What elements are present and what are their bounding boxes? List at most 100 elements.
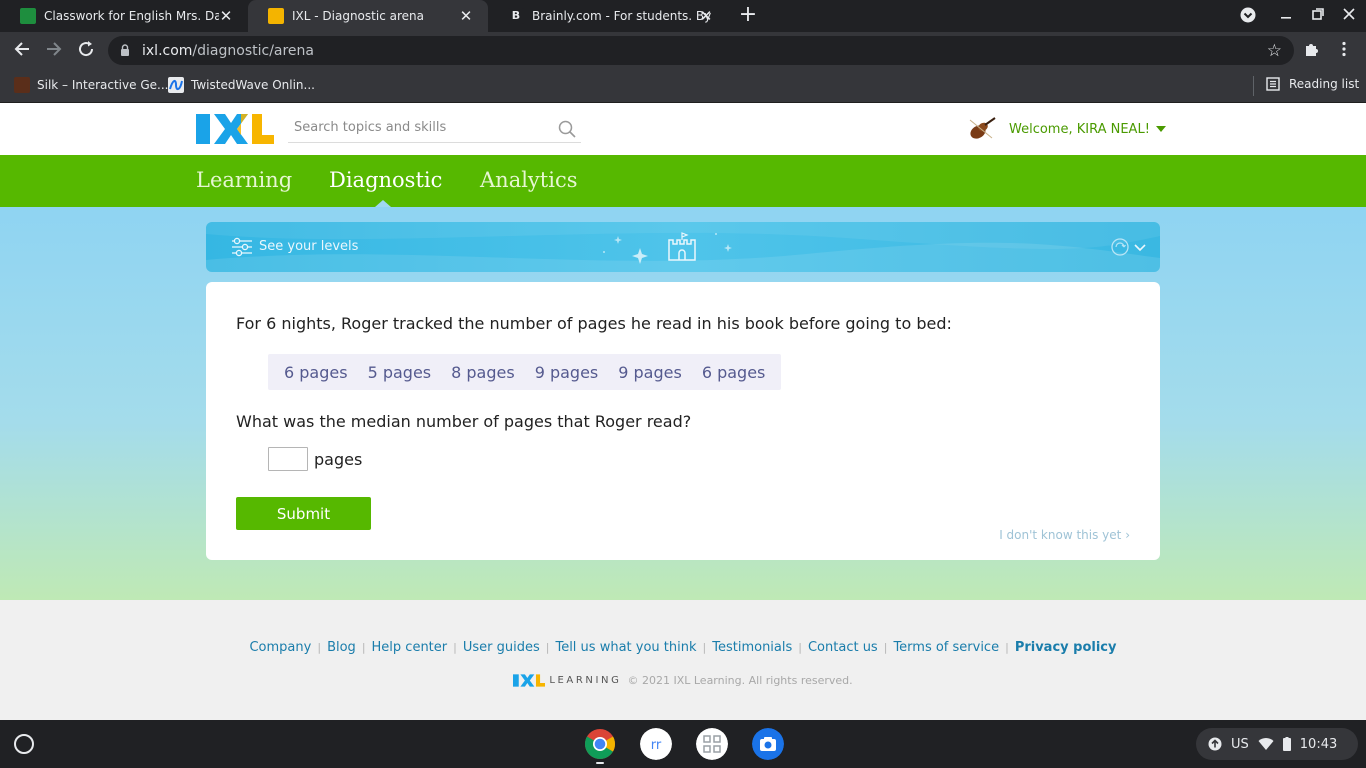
chrome-app-icon[interactable]: [584, 728, 616, 760]
data-value: 9 pages: [534, 362, 599, 382]
close-icon[interactable]: ✕: [698, 8, 714, 24]
address-bar[interactable]: ixl.com/diagnostic/arena ☆: [108, 36, 1294, 65]
copyright-text: © 2021 IXL Learning. All rights reserved…: [627, 674, 853, 687]
footer-link-blog[interactable]: Blog: [327, 640, 356, 655]
footer-link-company[interactable]: Company: [249, 640, 311, 655]
question-ask: What was the median number of pages that…: [236, 412, 692, 431]
violin-avatar-icon: [969, 117, 996, 139]
learning-wordmark: LEARNING: [549, 675, 622, 686]
account-menu[interactable]: Welcome, KIRA NEAL!: [966, 116, 1166, 142]
data-values-box: 6 pages 5 pages 8 pages 9 pages 9 pages …: [268, 354, 782, 390]
tab-classwork[interactable]: Classwork for English Mrs. Darden ✕: [0, 0, 248, 32]
reading-list-button[interactable]: Reading list: [1266, 77, 1359, 91]
see-levels-label: See your levels: [259, 239, 359, 254]
keyboard-locale: US: [1231, 736, 1249, 752]
ixl-favicon-icon: [268, 8, 284, 24]
fr-app-icon[interactable]: rr: [640, 728, 672, 760]
url-text: ixl.com/diagnostic/arena: [142, 43, 314, 59]
url-path: /diagnostic/arena: [192, 43, 314, 59]
dont-know-link[interactable]: I don't know this yet ›: [999, 528, 1130, 542]
search-icon[interactable]: [558, 120, 576, 138]
chevron-right-icon: ›: [1125, 528, 1130, 542]
answer-input[interactable]: [268, 447, 308, 471]
footer-separator: |: [702, 641, 707, 654]
tab-title: IXL - Diagnostic arena: [292, 9, 424, 23]
footer-link-privacy[interactable]: Privacy policy: [1015, 640, 1117, 655]
data-value: 5 pages: [367, 362, 432, 382]
footer-link-feedback[interactable]: Tell us what you think: [555, 640, 696, 655]
ixl-small-logo: [513, 674, 546, 687]
close-icon[interactable]: ✕: [458, 8, 474, 24]
brainly-favicon-icon: B: [508, 8, 524, 24]
wifi-icon: [1258, 737, 1274, 750]
camera-app-icon[interactable]: [752, 728, 784, 760]
classroom-favicon-icon: [20, 8, 36, 24]
footer-link-terms[interactable]: Terms of service: [893, 640, 999, 655]
ixl-header: Welcome, KIRA NEAL!: [0, 103, 1366, 155]
submit-button[interactable]: Submit: [236, 497, 371, 530]
bookmark-silk[interactable]: Silk – Interactive Ge...: [14, 77, 168, 93]
search-input[interactable]: [294, 120, 544, 135]
apps-grid-icon[interactable]: [696, 728, 728, 760]
url-host: ixl.com: [142, 43, 193, 59]
close-window-icon[interactable]: [1340, 7, 1358, 25]
reading-list-label: Reading list: [1289, 77, 1360, 91]
footer-separator: |: [361, 641, 366, 654]
new-tab-plus-icon[interactable]: +: [737, 4, 759, 27]
launcher-circle-icon[interactable]: [14, 734, 34, 754]
bookmark-divider: [1253, 76, 1254, 96]
nav-analytics[interactable]: Analytics: [480, 168, 577, 192]
browser-tab-strip: Classwork for English Mrs. Darden ✕ IXL …: [0, 0, 1366, 32]
twistedwave-favicon-icon: [168, 77, 184, 93]
data-value: 9 pages: [618, 362, 682, 382]
back-arrow-icon[interactable]: [11, 40, 33, 62]
nav-diagnostic[interactable]: Diagnostic: [329, 168, 442, 192]
bookmark-label: TwistedWave Onlin...: [191, 78, 315, 92]
welcome-text: Welcome, KIRA NEAL!: [1009, 121, 1150, 137]
tab-search-chevron-icon[interactable]: [1239, 7, 1257, 25]
footer-link-user-guides[interactable]: User guides: [463, 640, 540, 655]
bookmark-label: Silk – Interactive Ge...: [37, 78, 169, 92]
footer-separator: |: [1005, 641, 1009, 654]
menu-kebab-icon[interactable]: [1333, 40, 1355, 62]
tab-title: Brainly.com - For students. By students.: [532, 9, 712, 23]
minimize-icon[interactable]: [1277, 7, 1295, 25]
see-levels-bar[interactable]: See your levels: [206, 222, 1160, 272]
reading-list-icon: [1266, 77, 1280, 91]
reload-icon[interactable]: [75, 40, 97, 62]
restore-window-icon[interactable]: [1309, 7, 1327, 25]
footer-link-help-center[interactable]: Help center: [372, 640, 448, 655]
battery-icon: [1282, 737, 1291, 751]
main-nav: Learning Diagnostic Analytics: [0, 155, 1366, 207]
bookmark-twistedwave[interactable]: TwistedWave Onlin...: [168, 77, 315, 93]
footer-links: Company | Blog | Help center | User guides | Tel…: [0, 640, 1366, 655]
answer-unit: pages: [314, 449, 363, 469]
dont-know-label: I don't know this yet: [999, 528, 1122, 542]
nav-learning[interactable]: Learning: [196, 168, 292, 192]
status-tray[interactable]: US 10:43: [1196, 728, 1358, 760]
copyright-line: LEARNING © 2021 IXL Learning. All rights…: [0, 674, 1366, 687]
os-shelf: rr US 10:43: [0, 720, 1366, 768]
browser-toolbar: ixl.com/diagnostic/arena ☆: [0, 32, 1366, 69]
footer: Company | Blog | Help center | User guides | Tel…: [0, 600, 1366, 720]
sliders-icon: [232, 237, 252, 257]
bookmark-star-icon[interactable]: ☆: [1267, 41, 1282, 61]
svg-text:rr: rr: [651, 738, 662, 753]
extensions-puzzle-icon[interactable]: [1301, 40, 1323, 62]
footer-link-testimonials[interactable]: Testimonials: [712, 640, 792, 655]
answer-row: pages: [268, 447, 362, 471]
ixl-logo[interactable]: [196, 114, 274, 144]
silk-favicon-icon: [14, 77, 30, 93]
tab-title: Classwork for English Mrs. Darden: [44, 9, 219, 23]
data-value: 8 pages: [451, 362, 515, 382]
clock-time: 10:43: [1299, 736, 1338, 752]
tab-brainly[interactable]: B Brainly.com - For students. By student…: [488, 0, 728, 32]
data-value: 6 pages: [701, 362, 766, 382]
tab-ixl-diagnostic[interactable]: IXL - Diagnostic arena ✕: [248, 0, 488, 32]
data-value: 6 pages: [284, 362, 348, 382]
footer-link-contact[interactable]: Contact us: [808, 640, 878, 655]
close-icon[interactable]: ✕: [218, 8, 234, 24]
question-prompt: For 6 nights, Roger tracked the number o…: [236, 314, 952, 333]
forward-arrow-icon[interactable]: [43, 40, 65, 62]
active-nav-pointer: [375, 200, 391, 207]
